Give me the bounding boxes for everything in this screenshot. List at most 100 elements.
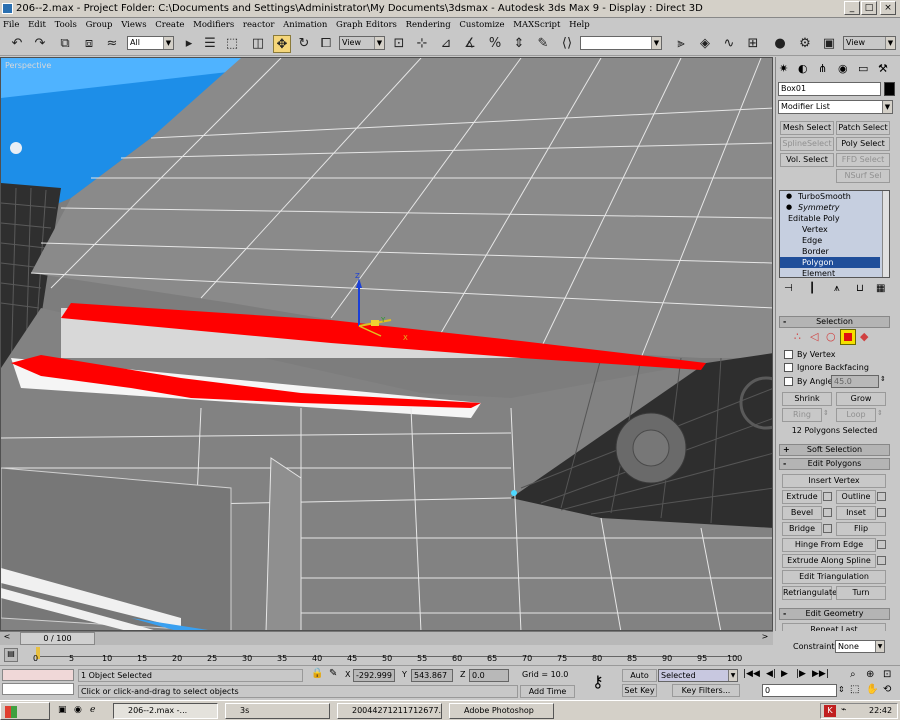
render-setup-icon[interactable]: ⚙	[796, 35, 814, 53]
time-slider-thumb[interactable]: 0 / 100	[20, 632, 95, 645]
stack-item-element[interactable]: Element	[780, 268, 880, 277]
time-slider[interactable]: < 0 / 100 >	[0, 631, 773, 645]
retriangulate-button[interactable]: Retriangulate	[782, 586, 837, 600]
nsurf-sel-button[interactable]: NSurf Sel	[836, 169, 890, 183]
rectangular-selection-icon[interactable]: ⬚	[223, 35, 241, 53]
flip-button[interactable]: Flip	[836, 522, 886, 536]
material-editor-icon[interactable]: ●	[771, 35, 789, 53]
edit-triangulation-button[interactable]: Edit Triangulation	[782, 570, 886, 584]
inset-settings-icon[interactable]	[877, 508, 886, 517]
modifier-list-dropdown[interactable]: Modifier List ▼	[778, 100, 893, 114]
window-crossing-icon[interactable]: ◫	[249, 35, 267, 53]
y-coordinate-field[interactable]: 543.867	[411, 669, 453, 682]
by-vertex-checkbox[interactable]	[784, 350, 793, 359]
by-angle-field[interactable]: 45.0	[831, 375, 879, 388]
menu-animation[interactable]: Animation	[280, 18, 330, 32]
minimize-button[interactable]: _	[844, 1, 860, 15]
show-end-result-icon[interactable]: ┃	[809, 283, 815, 294]
select-by-name-icon[interactable]: ☰	[201, 35, 219, 53]
vertex-subobject-icon[interactable]: ∴	[794, 330, 801, 343]
redo-icon[interactable]: ↷	[31, 35, 49, 53]
modify-tab-icon[interactable]: ◐	[798, 62, 808, 75]
element-subobject-icon[interactable]: ◆	[860, 330, 868, 343]
go-to-end-icon[interactable]: ▶▶|	[812, 669, 829, 679]
spline-select-button[interactable]: SplineSelect	[780, 137, 834, 151]
extrude-settings-icon[interactable]	[823, 492, 832, 501]
named-selection-dropdown[interactable]: ▼	[580, 36, 662, 50]
maxscript-listener-mini[interactable]	[2, 669, 74, 681]
shrink-button[interactable]: Shrink	[782, 392, 832, 406]
track-bar[interactable]: ▤ 0 5 10 15 20 25 30 35 40 45 50 55 60 6…	[0, 645, 773, 665]
stack-item-symmetry[interactable]: ● Symmetry	[780, 202, 880, 213]
key-icon[interactable]: ⚷	[592, 672, 604, 691]
object-color-swatch[interactable]	[884, 82, 895, 96]
stack-item-edge[interactable]: Edge	[780, 235, 880, 246]
pan-icon[interactable]: ✋	[866, 684, 878, 695]
time-slider-right-arrow-icon[interactable]: >	[758, 632, 772, 645]
stack-scrollbar[interactable]	[882, 191, 889, 277]
go-to-start-icon[interactable]: |◀◀	[743, 669, 760, 679]
select-link-icon[interactable]: ⧉	[56, 35, 74, 53]
mesh-select-button[interactable]: Mesh Select	[780, 121, 834, 135]
insert-vertex-button[interactable]: Insert Vertex	[782, 474, 886, 488]
patch-select-button[interactable]: Patch Select	[836, 121, 890, 135]
stack-item-editable-poly[interactable]: Editable Poly	[780, 213, 880, 224]
time-slider-left-arrow-icon[interactable]: <	[0, 632, 14, 645]
menu-views[interactable]: Views	[118, 18, 149, 32]
task-image-file[interactable]: 20044271211712677.j...	[337, 703, 442, 719]
viewport-scene[interactable]: Z X Y	[1, 58, 773, 631]
menu-graph-editors[interactable]: Graph Editors	[333, 18, 400, 32]
maximize-button[interactable]: □	[861, 1, 877, 15]
bevel-button[interactable]: Bevel	[782, 506, 822, 520]
unlink-icon[interactable]: ⧈	[80, 35, 98, 53]
vol-select-button[interactable]: Vol. Select	[780, 153, 834, 167]
render-view-dropdown[interactable]: View ▼	[843, 36, 896, 50]
snap-toggle-icon[interactable]: ⊿	[437, 35, 455, 53]
select-manipulate-icon[interactable]: ⊹	[413, 35, 431, 53]
schematic-view-icon[interactable]: ⊞	[744, 35, 762, 53]
percent-snap-icon[interactable]: %	[486, 35, 504, 53]
select-move-icon[interactable]: ✥	[273, 35, 291, 53]
menu-help[interactable]: Help	[566, 18, 593, 32]
select-object-icon[interactable]: ▸	[180, 35, 198, 53]
viewport-label[interactable]: Perspective	[5, 61, 51, 70]
object-name-field[interactable]: Box01	[778, 82, 881, 96]
layer-manager-icon[interactable]: ◈	[696, 35, 714, 53]
maxscript-listener-output[interactable]	[2, 683, 74, 695]
hinge-settings-icon[interactable]	[877, 540, 886, 549]
spinner-snap-icon[interactable]: ⇕	[510, 35, 528, 53]
menu-file[interactable]: File	[0, 18, 22, 32]
outline-settings-icon[interactable]	[877, 492, 886, 501]
x-coordinate-field[interactable]: -292.999	[353, 669, 395, 682]
undo-icon[interactable]: ↶	[8, 35, 26, 53]
create-tab-icon[interactable]: ✷	[779, 62, 788, 75]
show-desktop-icon[interactable]: ▣	[58, 705, 67, 715]
task-3dsmax[interactable]: 206--2.max -...	[113, 703, 218, 719]
repeat-last-button[interactable]: Repeat Last	[782, 623, 886, 631]
border-subobject-icon[interactable]: ○	[826, 330, 836, 343]
frame-spinner-icon[interactable]: ⇕	[838, 685, 845, 694]
remove-modifier-icon[interactable]: ⊔	[856, 283, 864, 294]
task-photoshop[interactable]: Adobe Photoshop	[449, 703, 554, 719]
bevel-settings-icon[interactable]	[823, 508, 832, 517]
ring-button[interactable]: Ring	[782, 408, 822, 422]
hinge-from-edge-button[interactable]: Hinge From Edge	[782, 538, 876, 552]
render-icon[interactable]: ▣	[820, 35, 838, 53]
next-frame-icon[interactable]: |▶	[796, 669, 806, 679]
extrude-button[interactable]: Extrude	[782, 490, 822, 504]
edit-named-selection-icon[interactable]: ✎	[534, 35, 552, 53]
close-button[interactable]: ×	[880, 1, 896, 15]
utilities-tab-icon[interactable]: ⚒	[878, 62, 888, 75]
select-rotate-icon[interactable]: ↻	[295, 35, 313, 53]
stack-item-vertex[interactable]: Vertex	[780, 224, 880, 235]
ffd-select-button[interactable]: FFD Select	[836, 153, 890, 167]
extrude-along-spline-button[interactable]: Extrude Along Spline	[782, 554, 876, 568]
tray-network-icon[interactable]: ⌁	[841, 705, 846, 715]
motion-tab-icon[interactable]: ◉	[838, 62, 848, 75]
selection-rollout-header[interactable]: - Selection	[779, 316, 890, 328]
align-icon[interactable]: ⫸	[672, 35, 690, 53]
loop-button[interactable]: Loop	[836, 408, 876, 422]
quick-launch-ie-icon[interactable]: ℯ	[90, 705, 95, 715]
zoom-all-icon[interactable]: ⊕	[866, 669, 874, 680]
zoom-extents-icon[interactable]: ⊡	[883, 669, 891, 680]
